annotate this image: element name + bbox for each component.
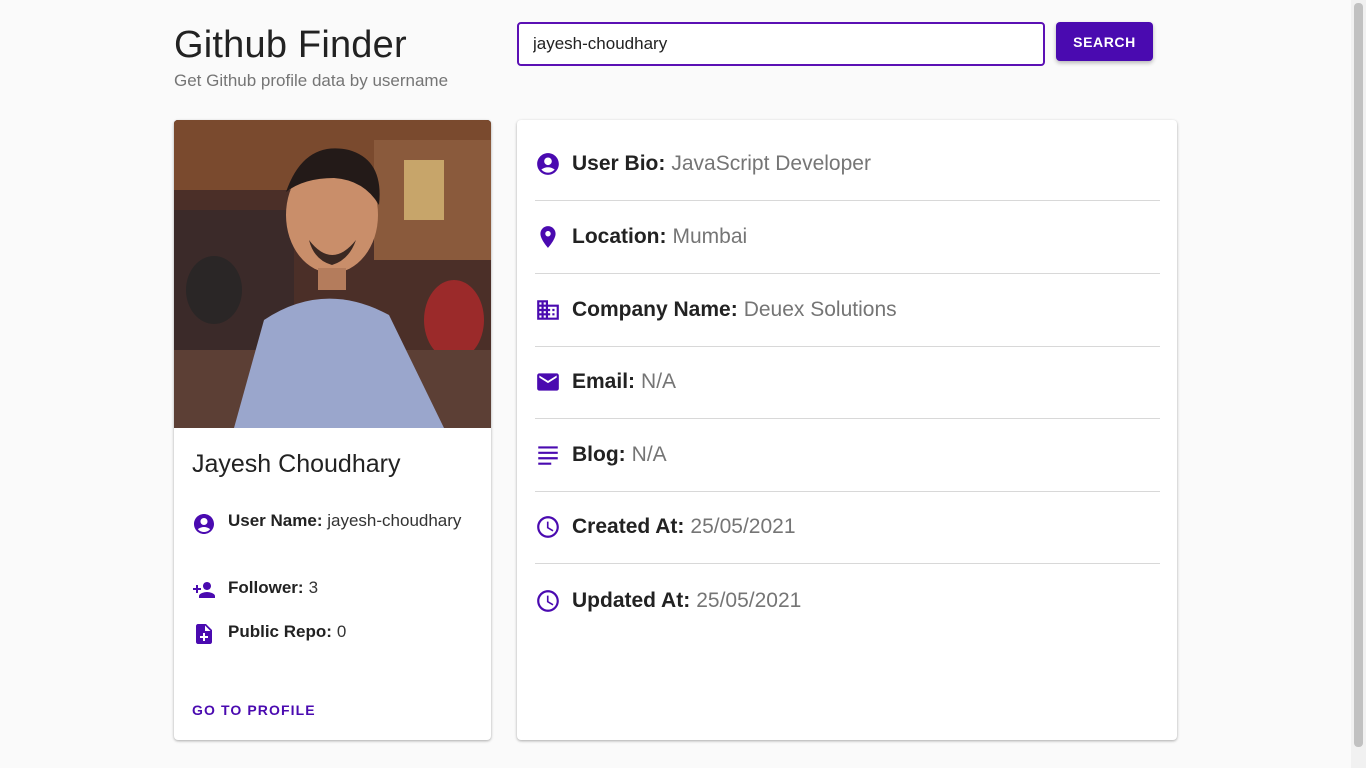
detail-label: User Bio: (572, 152, 666, 175)
detail-value: 25/05/2021 (690, 515, 796, 538)
username-label: User Name: (228, 511, 323, 530)
mail-icon (537, 373, 559, 391)
detail-row-blog: Blog: N/A (535, 419, 1160, 492)
repo-value: 0 (336, 622, 347, 641)
profile-name: Jayesh Choudhary (192, 450, 401, 478)
avatar (174, 120, 491, 428)
detail-label: Created At: (572, 515, 685, 538)
vertical-scrollbar[interactable] (1351, 0, 1366, 768)
search-input[interactable] (517, 22, 1045, 66)
profile-card: Jayesh Choudhary User Name: jayesh-choud… (174, 120, 491, 740)
details-card: User Bio: JavaScript Developer Location:… (517, 120, 1177, 740)
username-value: jayesh-choudhary (327, 511, 462, 530)
detail-row-company: Company Name: Deuex Solutions (535, 274, 1160, 347)
detail-label: Blog: (572, 443, 626, 466)
search-button[interactable]: SEARCH (1056, 22, 1153, 61)
detail-row-location: Location: Mumbai (535, 201, 1160, 274)
detail-row-email: Email: N/A (535, 346, 1160, 419)
detail-value: JavaScript Developer (671, 152, 871, 175)
follower-value: 3 (308, 578, 319, 597)
detail-row-created: Created At: 25/05/2021 (535, 491, 1160, 564)
lines-icon (538, 446, 558, 465)
detail-label: Updated At: (572, 588, 691, 612)
location-pin-icon (540, 226, 556, 248)
note-add-icon (196, 624, 212, 644)
detail-value: Mumbai (672, 225, 748, 248)
detail-row-bio: User Bio: JavaScript Developer (535, 128, 1160, 201)
detail-label: Company Name: (572, 298, 738, 321)
detail-label: Email: (572, 370, 636, 393)
follower-row: Follower: 3 (192, 578, 318, 602)
detail-value: Deuex Solutions (743, 298, 897, 321)
clock-icon (537, 589, 559, 612)
username-row: User Name: jayesh-choudhary (192, 508, 472, 536)
app-title: Github Finder (174, 24, 407, 66)
app-subtitle: Get Github profile data by username (174, 71, 449, 90)
detail-value: 25/05/2021 (696, 588, 802, 612)
person-add-icon (193, 582, 215, 598)
repo-row: Public Repo: 0 (192, 622, 346, 646)
follower-label: Follower: (228, 578, 304, 597)
detail-value: N/A (631, 443, 667, 466)
clock-icon (537, 516, 559, 538)
scrollbar-thumb[interactable] (1354, 3, 1363, 747)
repo-label: Public Repo: (228, 622, 332, 641)
detail-row-updated: Updated At: 25/05/2021 (535, 564, 1160, 637)
account-circle-icon (537, 153, 559, 175)
account-circle-icon (194, 514, 214, 534)
go-to-profile-link[interactable]: GO TO PROFILE (192, 702, 316, 718)
detail-value: N/A (641, 370, 677, 393)
avatar-photo (174, 120, 491, 428)
detail-label: Location: (572, 225, 667, 248)
building-icon (537, 300, 559, 320)
